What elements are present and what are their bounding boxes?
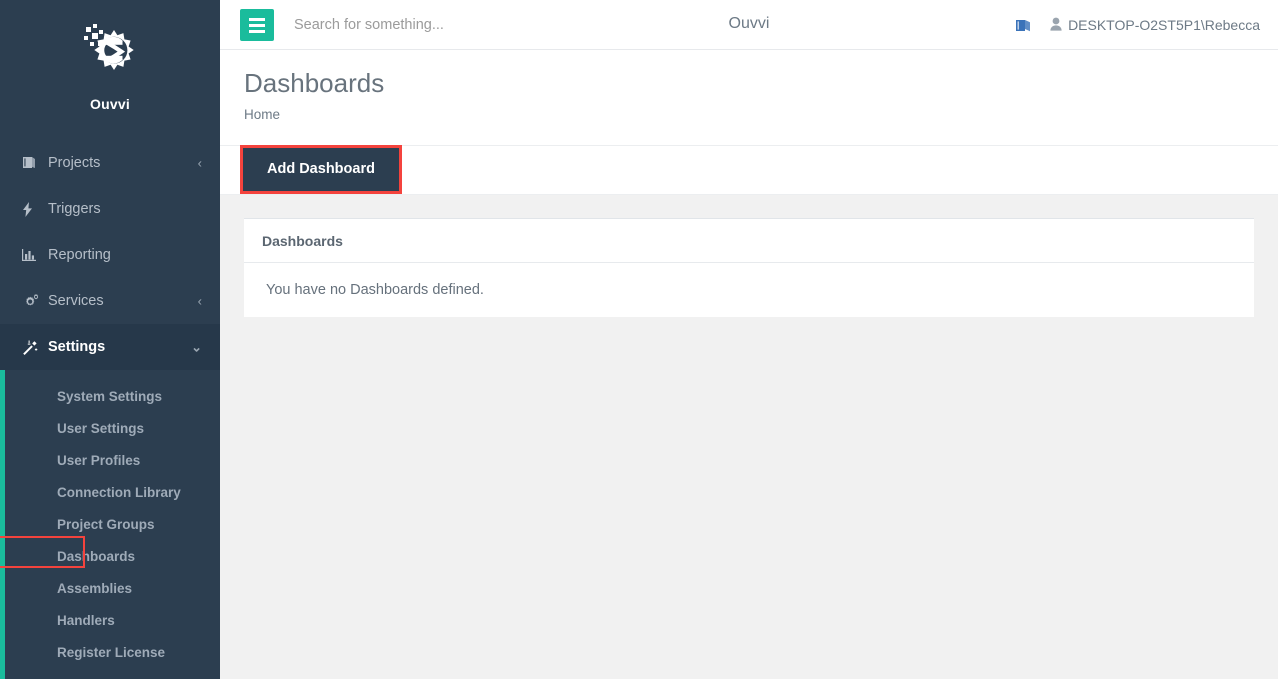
chevron-left-icon: ‹ <box>197 155 202 171</box>
panel-header: Dashboards <box>244 219 1254 263</box>
sidebar-nav: Projects ‹ Triggers Reporting Services ‹… <box>0 140 220 668</box>
sidebar-subitem-label: Dashboards <box>57 548 136 564</box>
chevron-left-icon: ‹ <box>197 293 202 309</box>
dashboards-panel: Dashboards You have no Dashboards define… <box>244 218 1254 317</box>
hamburger-icon[interactable] <box>240 9 274 41</box>
sidebar-subitem-assemblies[interactable]: Assemblies <box>0 572 220 604</box>
sidebar-subitem-user-profiles[interactable]: User Profiles <box>0 444 220 476</box>
sidebar-item-triggers[interactable]: Triggers <box>0 186 220 232</box>
sidebar-subitem-label: User Profiles <box>57 452 141 468</box>
sidebar-item-label: Settings <box>48 339 106 355</box>
sidebar-subitem-project-groups[interactable]: Project Groups <box>0 508 220 540</box>
sidebar-subitem-connection-library[interactable]: Connection Library <box>0 476 220 508</box>
bolt-icon <box>22 201 44 217</box>
sidebar-item-label: Triggers <box>48 201 101 217</box>
header-right-actions: DESKTOP-O2ST5P1\Rebecca <box>1015 0 1260 50</box>
brand[interactable]: Ouvvi <box>0 0 220 112</box>
sidebar-subitem-label: User Settings <box>57 420 145 436</box>
username-label: DESKTOP-O2ST5P1\Rebecca <box>1068 17 1260 33</box>
sidebar-subnav-settings: System Settings User Settings User Profi… <box>0 370 220 668</box>
sidebar-subitem-label: Assemblies <box>57 580 133 596</box>
gears-icon <box>22 293 44 309</box>
add-dashboard-highlight: Add Dashboard <box>240 145 402 194</box>
sidebar-subitem-label: System Settings <box>57 388 163 404</box>
sidebar-item-projects[interactable]: Projects ‹ <box>0 140 220 186</box>
sidebar-subitem-label: Handlers <box>57 612 115 628</box>
sidebar-subitem-label: Register License <box>57 644 166 660</box>
sidebar-subitem-label: Project Groups <box>57 516 155 532</box>
sidebar-item-reporting[interactable]: Reporting <box>0 232 220 278</box>
sidebar-subitem-handlers[interactable]: Handlers <box>0 604 220 636</box>
page-head: Dashboards Home <box>220 50 1278 145</box>
book-icon <box>22 156 44 170</box>
sidebar-subitem-dashboards[interactable]: Dashboards <box>0 536 220 572</box>
chevron-down-icon: ⌄ <box>191 339 202 355</box>
bar-chart-icon <box>22 248 44 262</box>
add-dashboard-button[interactable]: Add Dashboard <box>243 148 399 191</box>
hamburger-bar <box>249 23 265 27</box>
page-title: Dashboards <box>244 68 385 98</box>
hamburger-bar <box>249 29 265 33</box>
sidebar-subitem-user-settings[interactable]: User Settings <box>0 412 220 444</box>
sidebar-item-services[interactable]: Services ‹ <box>0 278 220 324</box>
sidebar-subitem-system-settings[interactable]: System Settings <box>0 380 220 412</box>
brand-name: Ouvvi <box>90 96 130 112</box>
sidebar-item-settings[interactable]: Settings ⌄ <box>0 324 220 370</box>
breadcrumb[interactable]: Home <box>244 107 280 122</box>
search-input[interactable] <box>294 13 684 37</box>
hamburger-bar <box>249 17 265 21</box>
sidebar-subitem-label: Connection Library <box>57 484 181 500</box>
sidebar-item-label: Services <box>48 293 104 309</box>
sidebar: Ouvvi Projects ‹ Triggers Reporting Serv… <box>0 0 220 679</box>
book-icon[interactable] <box>1015 18 1032 33</box>
main-content: Dashboards You have no Dashboards define… <box>220 196 1278 679</box>
sidebar-item-label: Reporting <box>48 247 111 263</box>
magic-wand-icon <box>22 340 44 355</box>
panel-empty-message: You have no Dashboards defined. <box>266 282 484 298</box>
user-icon <box>1050 17 1062 34</box>
top-header: Ouvvi DESKTOP-O2ST5P1\Rebecca <box>220 0 1278 50</box>
user-account-menu[interactable]: DESKTOP-O2ST5P1\Rebecca <box>1050 17 1260 34</box>
sidebar-subitem-register-license[interactable]: Register License <box>0 636 220 668</box>
app-root: Ouvvi Projects ‹ Triggers Reporting Serv… <box>0 0 1278 679</box>
sidebar-item-label: Projects <box>48 155 101 171</box>
page-toolbar: Add Dashboard <box>220 145 1278 195</box>
gear-s-logo-icon <box>84 24 134 70</box>
